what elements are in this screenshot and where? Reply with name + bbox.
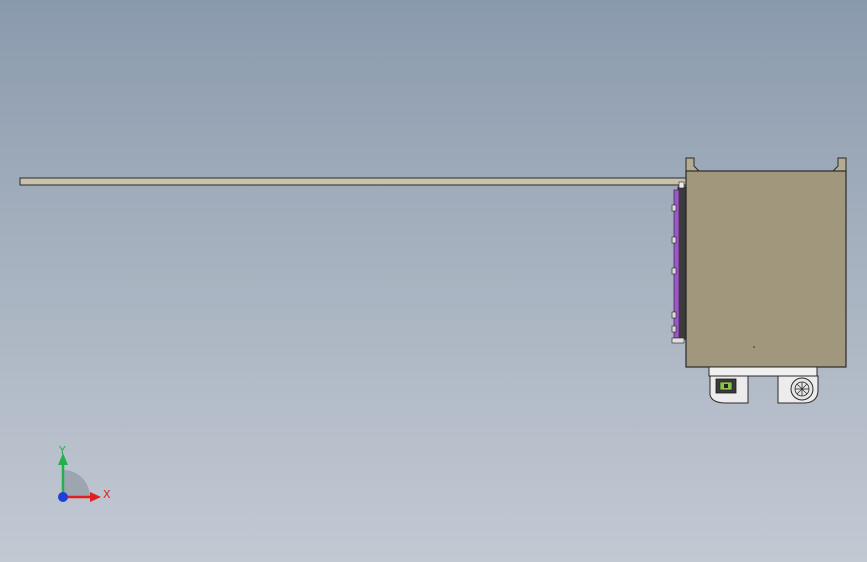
cabinet-body[interactable] (685, 170, 847, 368)
z-axis-dot (58, 492, 68, 502)
right-corner-bracket (831, 157, 847, 172)
left-corner-bracket (685, 157, 701, 172)
panel-top-bolt (678, 181, 685, 189)
base-plate (708, 366, 818, 377)
panel-clip (671, 311, 677, 319)
panel-clip (671, 236, 677, 244)
x-axis-arrow (90, 492, 101, 502)
left-caster-wheel[interactable] (709, 375, 749, 404)
graphics-viewport[interactable]: Y X (0, 0, 867, 562)
panel-clip (671, 267, 677, 275)
rail-arm[interactable] (19, 177, 687, 186)
triad-arc (63, 470, 90, 497)
coordinate-triad: Y X (58, 444, 111, 502)
x-axis-label: X (103, 488, 111, 501)
panel-clip (671, 204, 677, 212)
cad-model[interactable] (0, 0, 867, 562)
right-caster-wheel[interactable] (777, 375, 819, 404)
y-axis-label: Y (58, 444, 66, 457)
panel-clip (671, 325, 677, 333)
cabinet-dot (753, 346, 755, 348)
panel-foot (671, 337, 685, 344)
